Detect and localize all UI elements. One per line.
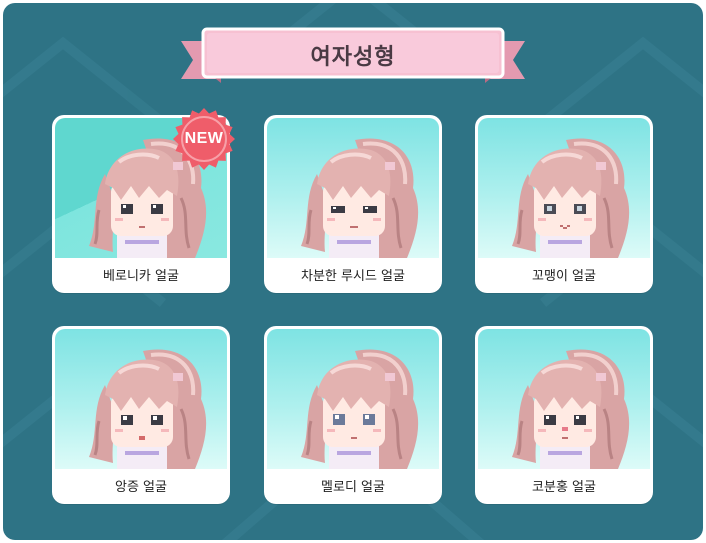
page-title: 여자성형 — [310, 45, 396, 70]
face-card[interactable]: 멜로디 얼굴 — [264, 326, 442, 504]
face-selection-panel: 여자성형 베로니카 얼굴 NEW 차분한 루시드 얼굴 꼬맹이 얼굴 앙증 얼굴… — [3, 3, 703, 540]
face-card[interactable]: 차분한 루시드 얼굴 — [264, 115, 442, 293]
face-preview-image — [478, 118, 650, 258]
face-card-label: 베로니카 얼굴 — [103, 268, 179, 284]
face-card-label: 앙증 얼굴 — [115, 479, 167, 495]
face-card[interactable]: 베로니카 얼굴 NEW — [52, 108, 235, 293]
face-preview-image — [267, 118, 439, 258]
face-preview-image — [478, 329, 650, 469]
face-card[interactable]: 꼬맹이 얼굴 — [475, 115, 653, 293]
face-preview-image — [267, 329, 439, 469]
face-card-label: 차분한 루시드 얼굴 — [301, 268, 405, 284]
face-card[interactable]: 코분홍 얼굴 — [475, 326, 653, 504]
face-card-label: 멜로디 얼굴 — [321, 479, 385, 495]
face-preview-image — [55, 329, 227, 469]
face-card-label: 코분홍 얼굴 — [532, 479, 596, 495]
face-card[interactable]: 앙증 얼굴 — [52, 326, 230, 504]
title-ribbon: 여자성형 — [181, 27, 525, 89]
new-badge: NEW — [170, 105, 238, 173]
new-badge-label: NEW — [184, 130, 224, 147]
face-card-label: 꼬맹이 얼굴 — [532, 268, 596, 284]
